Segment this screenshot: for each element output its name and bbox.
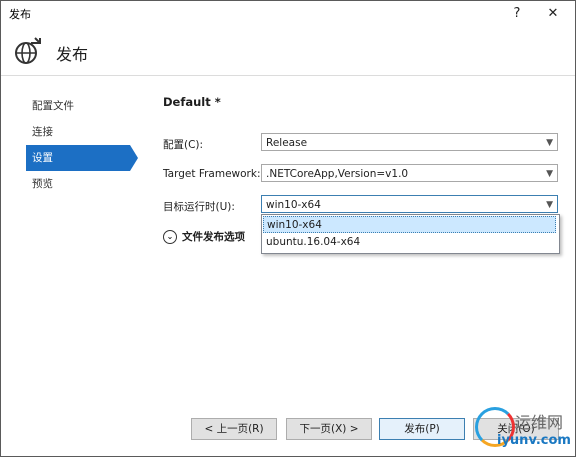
chevron-down-icon: ▼ bbox=[546, 200, 553, 210]
publish-button[interactable]: 发布(P) bbox=[379, 418, 465, 440]
sidebar-item-settings[interactable]: 设置 bbox=[26, 145, 138, 171]
configuration-label: 配置(C): bbox=[163, 139, 204, 151]
watermark-logo: 运维网 iyunv.com bbox=[471, 399, 575, 455]
chevron-down-icon: ▼ bbox=[546, 138, 553, 148]
profile-name: Default * bbox=[163, 95, 221, 109]
runtime-dropdown-list: win10-x64 ubuntu.16.04-x64 bbox=[261, 214, 560, 254]
watermark-text: 运维网 bbox=[515, 413, 564, 432]
header: 发布 bbox=[1, 27, 575, 76]
prev-button[interactable]: < 上一页(R) bbox=[191, 418, 277, 440]
configuration-select[interactable]: Release ▼ bbox=[261, 133, 558, 151]
file-publish-options-label: 文件发布选项 bbox=[182, 231, 245, 243]
configuration-value: Release bbox=[266, 137, 308, 149]
sidebar-item-profile[interactable]: 配置文件 bbox=[26, 93, 136, 119]
help-button[interactable]: ? bbox=[505, 4, 529, 24]
wizard-steps: 配置文件 连接 设置 预览 bbox=[26, 93, 138, 197]
runtime-label: 目标运行时(U): bbox=[163, 201, 235, 213]
page-title: 发布 bbox=[56, 45, 89, 64]
framework-select[interactable]: .NETCoreApp,Version=v1.0 ▼ bbox=[261, 164, 558, 182]
framework-value: .NETCoreApp,Version=v1.0 bbox=[266, 168, 409, 180]
runtime-select[interactable]: win10-x64 ▼ bbox=[261, 195, 558, 213]
publish-dialog: 发布 ? ✕ 发布 配置文件 连接 设置 预览 Default * 配置(C):… bbox=[0, 0, 576, 457]
sidebar-item-connection[interactable]: 连接 bbox=[26, 119, 136, 145]
framework-label: Target Framework: bbox=[163, 168, 261, 180]
publish-globe-icon bbox=[15, 37, 41, 64]
next-button[interactable]: 下一页(X) > bbox=[286, 418, 372, 440]
window-title: 发布 bbox=[9, 8, 31, 21]
chevron-down-icon: ▼ bbox=[546, 169, 553, 179]
sidebar-item-preview[interactable]: 预览 bbox=[26, 171, 136, 197]
close-window-button[interactable]: ✕ bbox=[541, 4, 565, 24]
runtime-option-ubuntu[interactable]: ubuntu.16.04-x64 bbox=[263, 234, 556, 251]
chevron-down-circle-icon: ⌄ bbox=[163, 230, 177, 244]
runtime-value: win10-x64 bbox=[266, 199, 321, 211]
title-bar: 发布 ? ✕ bbox=[1, 1, 575, 27]
watermark-domain: iyunv.com bbox=[497, 433, 571, 448]
file-publish-options-expander[interactable]: ⌄ 文件发布选项 bbox=[163, 229, 245, 244]
runtime-option-win10[interactable]: win10-x64 bbox=[263, 216, 556, 233]
